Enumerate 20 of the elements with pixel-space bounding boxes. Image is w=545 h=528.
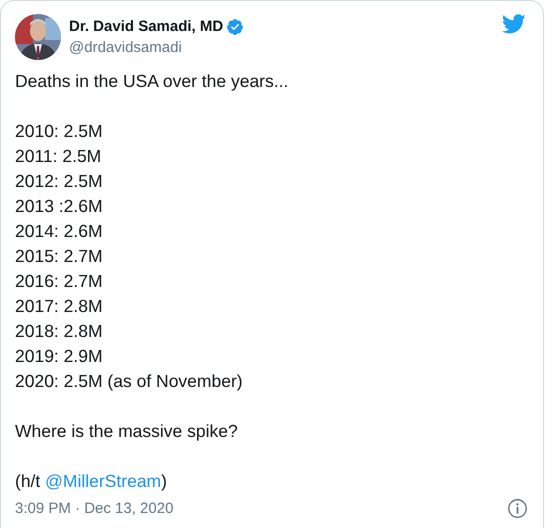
tweet-text-line: 2019: 2.9M: [15, 345, 103, 368]
tweet-text-line: Deaths in the USA over the years...: [15, 70, 288, 93]
mention-link[interactable]: @MillerStream: [45, 471, 162, 491]
bird-logo-icon[interactable]: [502, 12, 526, 36]
tweet-text-line: 2010: 2.5M: [15, 120, 103, 143]
tweet-text-line: 2011: 2.5M: [15, 145, 102, 168]
credit-text: (h/t @MillerStream): [15, 470, 167, 493]
tweet-text-line: 2014: 2.6M: [15, 220, 103, 243]
tweet-text-line: 2012: 2.5M: [15, 170, 103, 193]
author-handle[interactable]: @drdavidsamadi: [69, 38, 182, 56]
tweet-text-line: 2013 :2.6M: [15, 195, 103, 218]
tweet-text-line: 2017: 2.8M: [15, 295, 103, 318]
tweet-text-line: 2020: 2.5M (as of November): [15, 370, 243, 393]
tweet-text-line: 2015: 2.7M: [15, 245, 103, 268]
info-icon[interactable]: [507, 498, 528, 519]
timestamp[interactable]: 3:09 PM · Dec 13, 2020: [15, 500, 174, 517]
tweet-text-line: 2016: 2.7M: [15, 270, 103, 293]
tweet-text-line: 2018: 2.8M: [15, 320, 103, 343]
tweet-text-line: Where is the massive spike?: [15, 420, 238, 443]
author-name[interactable]: Dr. David Samadi, MD: [69, 18, 224, 35]
